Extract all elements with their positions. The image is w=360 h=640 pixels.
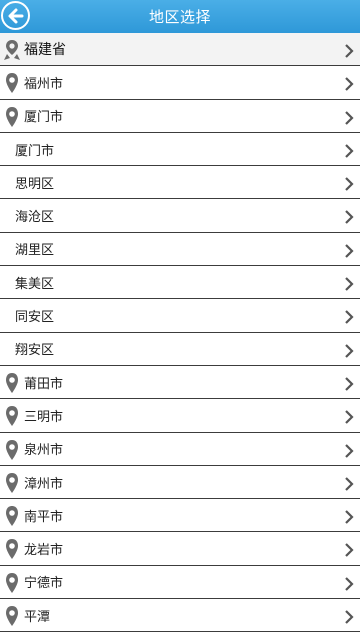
region-list: 福建省 福州市 厦门市 厦门市 思明区 海沧区 湖里区 集美区 同安区 翔安区 莆田市 三明市 泉州市… (0, 33, 360, 633)
chevron-right-icon (344, 609, 354, 624)
map-pin-icon (4, 72, 20, 94)
map-pin-icon (4, 538, 20, 560)
chevron-right-icon (344, 243, 354, 258)
district-row[interactable]: 集美区 (0, 266, 360, 300)
chevron-right-icon (344, 110, 354, 125)
row-label: 莆田市 (24, 376, 64, 392)
chevron-right-icon (344, 476, 354, 491)
map-pin-icon (4, 106, 20, 128)
map-pin-icon (4, 472, 20, 494)
chevron-right-icon (344, 276, 354, 291)
map-pin-icon (4, 505, 20, 527)
map-pin-icon (4, 572, 20, 594)
city-row[interactable]: 泉州市 (0, 432, 360, 466)
person-pin-icon (4, 39, 20, 61)
row-label: 福州市 (24, 76, 64, 92)
page-title: 地区选择 (148, 8, 211, 26)
city-row[interactable]: 福州市 (0, 66, 360, 100)
map-pin-icon (4, 405, 20, 427)
district-row[interactable]: 思明区 (0, 166, 360, 200)
district-row[interactable]: 海沧区 (0, 199, 360, 233)
row-label: 厦门市 (15, 143, 55, 159)
row-label: 平潭 (24, 609, 51, 625)
row-label: 翔安区 (15, 343, 55, 359)
city-row[interactable]: 莆田市 (0, 365, 360, 400)
back-arrow-icon[interactable] (1, 1, 30, 30)
chevron-right-icon (344, 43, 354, 58)
city-row[interactable]: 宁德市 (0, 565, 360, 600)
chevron-right-icon (344, 309, 354, 325)
district-row[interactable]: 同安区 (0, 299, 360, 333)
city-row[interactable]: 三明市 (0, 399, 360, 433)
province-row[interactable]: 福建省 (0, 33, 360, 67)
chevron-right-icon (344, 343, 354, 358)
district-row[interactable]: 厦门市 (0, 132, 360, 167)
row-label: 同安区 (15, 310, 55, 326)
region-select-screen: 地区选择 福建省 福州市 厦门市 厦门市 思明区 海沧区 湖里区 集美区 同安区 翔安区 莆田市三… (0, 0, 360, 640)
district-row[interactable]: 湖里区 (0, 232, 360, 267)
city-row[interactable]: 漳州市 (0, 465, 360, 500)
chevron-right-icon (344, 409, 354, 425)
district-row[interactable]: 翔安区 (0, 332, 360, 366)
row-label: 漳州市 (24, 476, 64, 492)
row-label: 湖里区 (15, 243, 55, 259)
map-pin-icon (4, 605, 20, 627)
city-row[interactable]: 平潭 (0, 599, 360, 633)
province-label: 福建省 (24, 42, 66, 59)
chevron-right-icon (344, 143, 354, 158)
city-row[interactable]: 龙岩市 (0, 532, 360, 566)
chevron-right-icon (344, 76, 354, 92)
row-label: 龙岩市 (24, 543, 64, 559)
map-pin-icon (4, 372, 20, 394)
chevron-right-icon (344, 542, 354, 558)
row-label: 思明区 (15, 176, 55, 192)
chevron-right-icon (344, 443, 354, 458)
city-row[interactable]: 厦门市 (0, 99, 360, 133)
map-pin-icon (4, 439, 20, 461)
row-label: 南平市 (24, 509, 64, 525)
row-label: 泉州市 (24, 443, 64, 459)
row-label: 厦门市 (24, 110, 64, 126)
chevron-right-icon (344, 176, 354, 191)
city-row[interactable]: 南平市 (0, 499, 360, 533)
chevron-right-icon (344, 576, 354, 591)
chevron-right-icon (344, 509, 354, 524)
chevron-right-icon (344, 209, 354, 225)
row-label: 集美区 (15, 276, 55, 292)
title-bar: 地区选择 (0, 0, 360, 33)
chevron-right-icon (344, 376, 354, 391)
row-label: 宁德市 (24, 576, 64, 592)
row-label: 三明市 (24, 409, 64, 425)
row-label: 海沧区 (15, 210, 55, 226)
